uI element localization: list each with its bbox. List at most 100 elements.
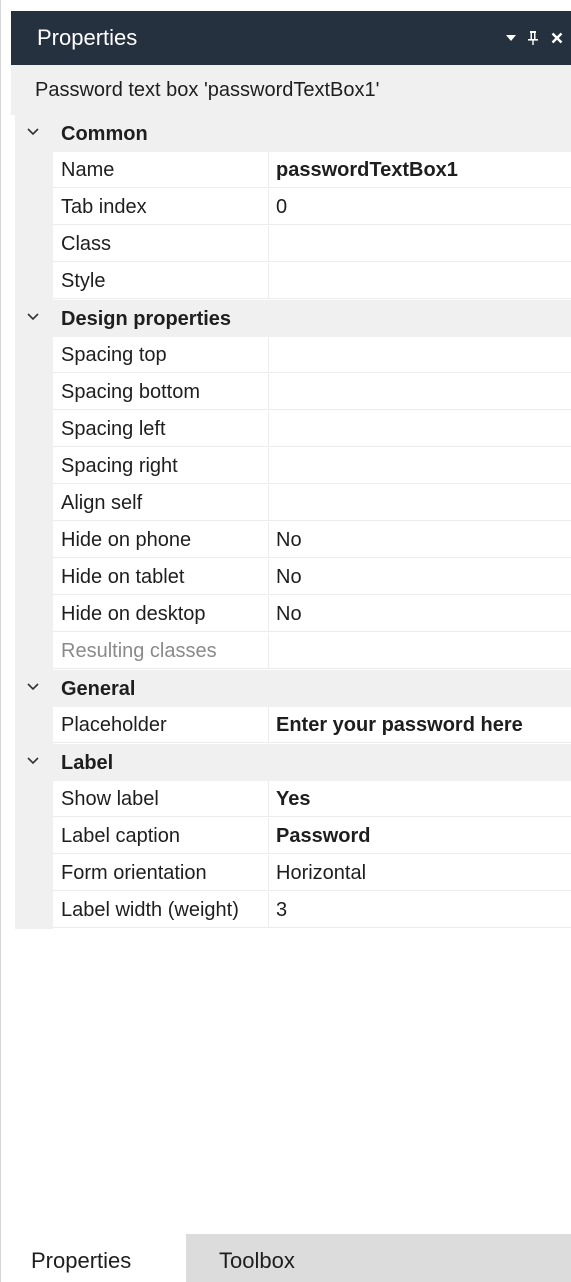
window-position-dropdown-button[interactable] — [502, 27, 520, 49]
property-row-spacing-bottom[interactable]: Spacing bottom — [15, 374, 571, 411]
property-row-class[interactable]: Class — [15, 226, 571, 263]
row-gutter — [15, 855, 53, 892]
category-general[interactable]: General — [15, 670, 571, 707]
property-value-cell[interactable]: No — [269, 522, 571, 558]
row-gutter — [15, 337, 53, 374]
property-name-cell[interactable]: Style — [53, 263, 269, 299]
property-name-cell[interactable]: Spacing right — [53, 448, 269, 484]
property-name: Spacing right — [61, 455, 178, 477]
category-common[interactable]: Common — [15, 115, 571, 152]
row-gutter — [15, 633, 53, 670]
property-row-align-self[interactable]: Align self — [15, 485, 571, 522]
property-value-cell[interactable]: No — [269, 559, 571, 595]
property-value: 0 — [276, 196, 288, 218]
pane-title-bar: Properties — [11, 11, 571, 65]
property-value-cell[interactable] — [269, 411, 571, 447]
property-name: Label caption — [61, 825, 180, 847]
property-name: Spacing top — [61, 344, 167, 366]
property-row-form-orientation[interactable]: Form orientation Horizontal — [15, 855, 571, 892]
property-name: Tab index — [61, 196, 147, 218]
property-name-cell[interactable]: Placeholder — [53, 707, 269, 743]
row-gutter — [15, 818, 53, 855]
property-name-cell[interactable]: Hide on tablet — [53, 559, 269, 595]
property-value: Password — [276, 825, 371, 847]
property-row-show-label[interactable]: Show label Yes — [15, 781, 571, 818]
tab-properties[interactable]: Properties — [11, 1234, 186, 1282]
row-gutter — [15, 411, 53, 448]
property-row-style[interactable]: Style — [15, 263, 571, 300]
property-row-name[interactable]: Name passwordTextBox1 — [15, 152, 571, 189]
property-name-cell[interactable]: Hide on phone — [53, 522, 269, 558]
property-value-cell[interactable] — [269, 485, 571, 521]
property-row-spacing-left[interactable]: Spacing left — [15, 411, 571, 448]
property-name-cell[interactable]: Label width (weight) — [53, 892, 269, 928]
property-name-cell[interactable]: Spacing bottom — [53, 374, 269, 410]
property-row-tab-index[interactable]: Tab index 0 — [15, 189, 571, 226]
property-name-cell[interactable]: Align self — [53, 485, 269, 521]
property-name: Spacing bottom — [61, 381, 200, 403]
row-gutter — [15, 522, 53, 559]
row-gutter — [15, 226, 53, 263]
property-value-cell[interactable] — [269, 226, 571, 262]
tab-toolbox[interactable]: Toolbox — [186, 1234, 571, 1282]
collapse-chevron-icon[interactable] — [25, 679, 41, 695]
property-value-cell[interactable] — [269, 263, 571, 299]
category-label: Common — [61, 123, 148, 145]
property-name-cell[interactable]: Form orientation — [53, 855, 269, 891]
collapse-chevron-icon[interactable] — [25, 124, 41, 140]
property-name-cell[interactable]: Name — [53, 152, 269, 188]
property-row-hide-on-phone[interactable]: Hide on phone No — [15, 522, 571, 559]
property-row-hide-on-desktop[interactable]: Hide on desktop No — [15, 596, 571, 633]
property-row-spacing-right[interactable]: Spacing right — [15, 448, 571, 485]
property-value-cell[interactable] — [269, 337, 571, 373]
property-name: Label width (weight) — [61, 899, 239, 921]
property-name: Align self — [61, 492, 143, 514]
property-row-spacing-top[interactable]: Spacing top — [15, 337, 571, 374]
property-name: Resulting classes — [61, 640, 217, 662]
close-button[interactable] — [548, 27, 566, 49]
property-row-label-caption[interactable]: Label caption Password — [15, 818, 571, 855]
property-name-cell[interactable]: Class — [53, 226, 269, 262]
row-gutter — [15, 448, 53, 485]
property-value-cell[interactable]: Horizontal — [269, 855, 571, 891]
property-row-resulting-classes[interactable]: Resulting classes — [15, 633, 571, 670]
property-value-cell[interactable] — [269, 448, 571, 484]
property-value-cell[interactable]: Password — [269, 818, 571, 854]
property-value-cell[interactable]: 3 — [269, 892, 571, 928]
property-name-cell[interactable]: Resulting classes — [53, 633, 269, 669]
category-label[interactable]: Label — [15, 744, 571, 781]
row-gutter — [15, 892, 53, 929]
property-value: Enter your password here — [276, 714, 523, 736]
row-gutter — [15, 189, 53, 226]
property-value-cell[interactable]: Enter your password here — [269, 707, 571, 743]
property-value-cell[interactable]: No — [269, 596, 571, 632]
property-value-cell[interactable]: passwordTextBox1 — [269, 152, 571, 188]
chevron-down-icon — [506, 35, 516, 41]
property-name-cell[interactable]: Label caption — [53, 818, 269, 854]
property-value: No — [276, 566, 302, 588]
pin-button[interactable] — [524, 27, 542, 49]
property-value-cell[interactable]: Yes — [269, 781, 571, 817]
property-row-hide-on-tablet[interactable]: Hide on tablet No — [15, 559, 571, 596]
property-name-cell[interactable]: Tab index — [53, 189, 269, 225]
property-value-cell[interactable]: 0 — [269, 189, 571, 225]
property-value: No — [276, 603, 302, 625]
property-name: Hide on tablet — [61, 566, 185, 588]
property-row-label-width-weight[interactable]: Label width (weight) 3 — [15, 892, 571, 929]
collapse-chevron-icon[interactable] — [25, 309, 41, 325]
property-value: passwordTextBox1 — [276, 159, 458, 181]
collapse-chevron-icon[interactable] — [25, 753, 41, 769]
property-name: Class — [61, 233, 112, 255]
property-name-cell[interactable]: Spacing top — [53, 337, 269, 373]
property-name-cell[interactable]: Show label — [53, 781, 269, 817]
property-value-cell[interactable] — [269, 374, 571, 410]
property-value-cell[interactable] — [269, 633, 571, 669]
pane-title: Properties — [37, 25, 138, 50]
property-grid: Common Name passwordTextBox1 Tab index 0 Clas… — [15, 115, 571, 929]
category-design-properties[interactable]: Design properties — [15, 300, 571, 337]
property-name-cell[interactable]: Spacing left — [53, 411, 269, 447]
property-row-placeholder[interactable]: Placeholder Enter your password here — [15, 707, 571, 744]
property-name-cell[interactable]: Hide on desktop — [53, 596, 269, 632]
tab-toolbox-label: Toolbox — [219, 1248, 295, 1273]
property-value: 3 — [276, 899, 288, 921]
